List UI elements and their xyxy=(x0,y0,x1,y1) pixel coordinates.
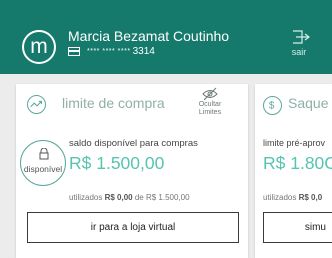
app-header: m Marcia Bezamat Coutinho **** **** ****… xyxy=(0,0,332,74)
withdraw-used-amount: R$ 0,0 xyxy=(298,193,323,202)
simulate-button-label: simu xyxy=(304,222,326,233)
logout-button[interactable]: sair xyxy=(284,30,314,57)
user-name: Marcia Bezamat Coutinho xyxy=(68,28,230,44)
withdraw-used-prefix: utilizados xyxy=(263,193,297,202)
card-icon xyxy=(68,47,80,56)
used-amount: R$ 0,00 xyxy=(104,193,133,202)
dollar-icon: $ xyxy=(263,96,282,115)
used-prefix: utilizados xyxy=(69,193,103,202)
trend-icon xyxy=(27,95,46,114)
withdraw-amount: R$ 1.80C xyxy=(263,153,332,173)
used-limit-line: utilizados R$ 0,00 de R$ 1.500,00 xyxy=(69,193,190,202)
withdraw-used-line: utilizados R$ 0,0 xyxy=(263,193,322,202)
user-avatar[interactable]: m xyxy=(22,30,56,64)
available-amount: R$ 1.500,00 xyxy=(69,153,165,173)
card-info: **** **** **** 3314 xyxy=(68,46,155,57)
available-label: saldo disponível para compras xyxy=(69,138,198,149)
logout-icon xyxy=(293,30,310,44)
card-last-digits: 3314 xyxy=(132,46,155,57)
withdraw-label: limite pré-aprov xyxy=(263,138,326,148)
virtual-store-button[interactable]: ir para a loja virtual xyxy=(27,212,239,243)
simulate-button[interactable]: simu xyxy=(263,212,332,243)
withdraw-title: Saque xyxy=(288,95,329,111)
svg-text:$: $ xyxy=(269,101,275,112)
hide-limits-toggle[interactable]: Ocultar Limites xyxy=(188,87,232,117)
available-badge: disponível xyxy=(20,140,66,186)
eye-off-icon xyxy=(202,87,218,101)
avatar-letter: m xyxy=(30,35,48,58)
virtual-store-button-label: ir para a loja virtual xyxy=(90,222,176,233)
purchase-limit-title: limite de compra xyxy=(62,95,165,111)
card-mask: **** **** **** xyxy=(87,48,131,55)
lock-icon xyxy=(39,148,49,160)
used-connector: de R$ 1.500,00 xyxy=(134,193,190,202)
available-badge-label: disponível xyxy=(23,164,63,174)
logout-label: sair xyxy=(291,47,307,57)
hide-limits-label: Ocultar Limites xyxy=(198,101,222,116)
